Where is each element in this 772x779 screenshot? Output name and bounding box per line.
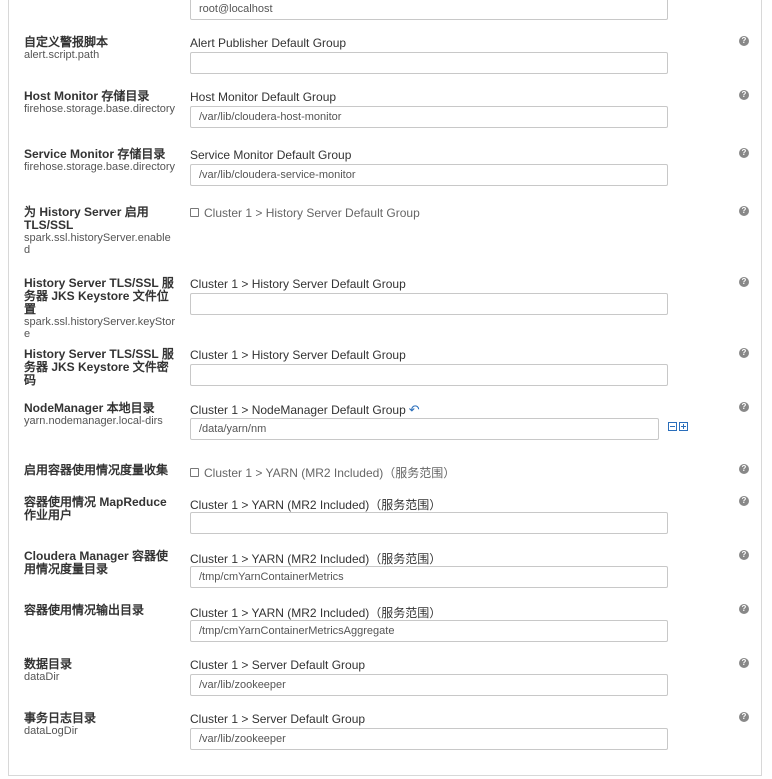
setting-label-alert-script: 自定义警报脚本 alert.script.path bbox=[24, 35, 176, 62]
help-icon[interactable]: ? bbox=[739, 604, 749, 614]
container-metrics-checkbox-line[interactable]: Cluster 1 > YARN (MR2 Included)（服务范围） bbox=[190, 464, 455, 481]
mapreduce-user-input[interactable] bbox=[190, 512, 668, 534]
setting-name: NodeManager 本地目录 bbox=[24, 401, 155, 415]
role-group-text: Cluster 1 > NodeManager Default Group bbox=[190, 403, 406, 417]
role-group-label: Cluster 1 > YARN (MR2 Included)（服务范围） bbox=[190, 606, 442, 620]
help-icon[interactable]: ? bbox=[739, 712, 749, 722]
help-icon[interactable]: ? bbox=[739, 464, 749, 474]
help-icon[interactable]: ? bbox=[739, 348, 749, 358]
setting-name: History Server TLS/SSL 服务器 JKS Keystore … bbox=[24, 347, 174, 387]
setting-name: 容器使用情况输出目录 bbox=[24, 603, 145, 617]
config-panel: 自定义警报脚本 alert.script.path Alert Publishe… bbox=[8, 0, 762, 776]
role-group-label: Cluster 1 > History Server Default Group bbox=[190, 277, 406, 291]
setting-name: 事务日志目录 bbox=[24, 711, 97, 725]
alert-script-input[interactable] bbox=[190, 52, 668, 74]
setting-key: dataDir bbox=[24, 671, 60, 683]
role-group-label: Service Monitor Default Group bbox=[190, 148, 352, 162]
setting-key: dataLogDir bbox=[24, 725, 78, 737]
role-group-label: Alert Publisher Default Group bbox=[190, 36, 347, 50]
role-group-label: Host Monitor Default Group bbox=[190, 90, 337, 104]
setting-name: 容器使用情况 MapReduce 作业用户 bbox=[24, 495, 167, 522]
setting-name: 自定义警报脚本 bbox=[24, 35, 109, 49]
host-monitor-dir-input[interactable] bbox=[190, 106, 668, 128]
role-group-label: Cluster 1 > YARN (MR2 Included)（服务范围） bbox=[190, 498, 442, 512]
history-tls-checkbox-line[interactable]: Cluster 1 > History Server Default Group bbox=[190, 206, 420, 220]
undo-icon[interactable]: ↶ bbox=[409, 402, 420, 417]
setting-label-nodemanager-dirs: NodeManager 本地目录 yarn.nodemanager.local-… bbox=[24, 401, 176, 428]
role-group-label: Cluster 1 > YARN (MR2 Included)（服务范围） bbox=[190, 552, 442, 566]
role-group-label: Cluster 1 > Server Default Group bbox=[190, 712, 366, 726]
help-icon[interactable]: ? bbox=[739, 148, 749, 158]
role-group-label: Cluster 1 > Server Default Group bbox=[190, 658, 366, 672]
setting-label-metrics-dir: Cloudera Manager 容器使用情况度量目录 bbox=[24, 550, 176, 576]
setting-name: 启用容器使用情况度量收集 bbox=[24, 463, 169, 477]
role-group-label: Cluster 1 > YARN (MR2 Included)（服务范围） bbox=[204, 466, 456, 480]
setting-name: 为 History Server 启用 TLS/SSL bbox=[24, 205, 149, 232]
help-icon[interactable]: ? bbox=[739, 90, 749, 100]
help-icon[interactable]: ? bbox=[739, 550, 749, 560]
email-from-input[interactable] bbox=[190, 0, 668, 20]
setting-label-mapreduce-user: 容器使用情况 MapReduce 作业用户 bbox=[24, 496, 176, 522]
output-dir-input[interactable] bbox=[190, 620, 668, 642]
keystore-password-input[interactable] bbox=[190, 364, 668, 386]
help-icon[interactable]: ? bbox=[739, 496, 749, 506]
setting-key: yarn.nodemanager.local-dirs bbox=[24, 415, 163, 427]
nodemanager-dir-input[interactable] bbox=[190, 418, 659, 440]
help-icon[interactable]: ? bbox=[739, 36, 749, 46]
setting-label-keystore-password: History Server TLS/SSL 服务器 JKS Keystore … bbox=[24, 348, 176, 387]
setting-label-keystore-location: History Server TLS/SSL 服务器 JKS Keystore … bbox=[24, 276, 176, 341]
remove-entry-icon[interactable] bbox=[668, 422, 677, 431]
role-group-label: Cluster 1 > History Server Default Group bbox=[204, 206, 420, 220]
data-log-dir-input[interactable] bbox=[190, 728, 668, 750]
help-icon[interactable]: ? bbox=[739, 206, 749, 216]
help-icon[interactable]: ? bbox=[739, 402, 749, 412]
setting-label-service-monitor: Service Monitor 存储目录 firehose.storage.ba… bbox=[24, 147, 176, 174]
checkbox[interactable] bbox=[190, 208, 199, 218]
setting-name: Host Monitor 存储目录 bbox=[24, 89, 150, 103]
setting-key: firehose.storage.base.directory bbox=[24, 103, 176, 115]
service-monitor-dir-input[interactable] bbox=[190, 164, 668, 186]
role-group-label: Cluster 1 > NodeManager Default Group ↶ bbox=[190, 402, 420, 418]
setting-name: History Server TLS/SSL 服务器 JKS Keystore … bbox=[24, 276, 174, 316]
setting-key: firehose.storage.base.directory bbox=[24, 161, 176, 173]
add-remove-controls bbox=[668, 422, 690, 431]
setting-key: spark.ssl.historyServer.keyStore bbox=[24, 316, 175, 340]
data-dir-input[interactable] bbox=[190, 674, 668, 696]
help-icon[interactable]: ? bbox=[739, 658, 749, 668]
role-group-label: Cluster 1 > History Server Default Group bbox=[190, 348, 406, 362]
setting-key: alert.script.path bbox=[24, 49, 100, 61]
checkbox[interactable] bbox=[190, 468, 199, 478]
setting-name: Service Monitor 存储目录 bbox=[24, 147, 166, 161]
setting-label-container-metrics: 启用容器使用情况度量收集 bbox=[24, 464, 176, 477]
setting-label-data-dir: 数据目录 dataDir bbox=[24, 657, 176, 684]
metrics-dir-input[interactable] bbox=[190, 566, 668, 588]
setting-key: spark.ssl.historyServer.enabled bbox=[24, 232, 171, 256]
keystore-location-input[interactable] bbox=[190, 293, 668, 315]
setting-label-output-dir: 容器使用情况输出目录 bbox=[24, 604, 176, 617]
add-entry-icon[interactable] bbox=[679, 422, 688, 431]
setting-label-host-monitor: Host Monitor 存储目录 firehose.storage.base.… bbox=[24, 89, 176, 116]
setting-label-data-log-dir: 事务日志目录 dataLogDir bbox=[24, 711, 176, 738]
setting-label-history-tls: 为 History Server 启用 TLS/SSL spark.ssl.hi… bbox=[24, 205, 176, 257]
help-icon[interactable]: ? bbox=[739, 277, 749, 287]
setting-name: 数据目录 bbox=[24, 657, 73, 671]
setting-name: Cloudera Manager 容器使用情况度量目录 bbox=[24, 549, 169, 576]
